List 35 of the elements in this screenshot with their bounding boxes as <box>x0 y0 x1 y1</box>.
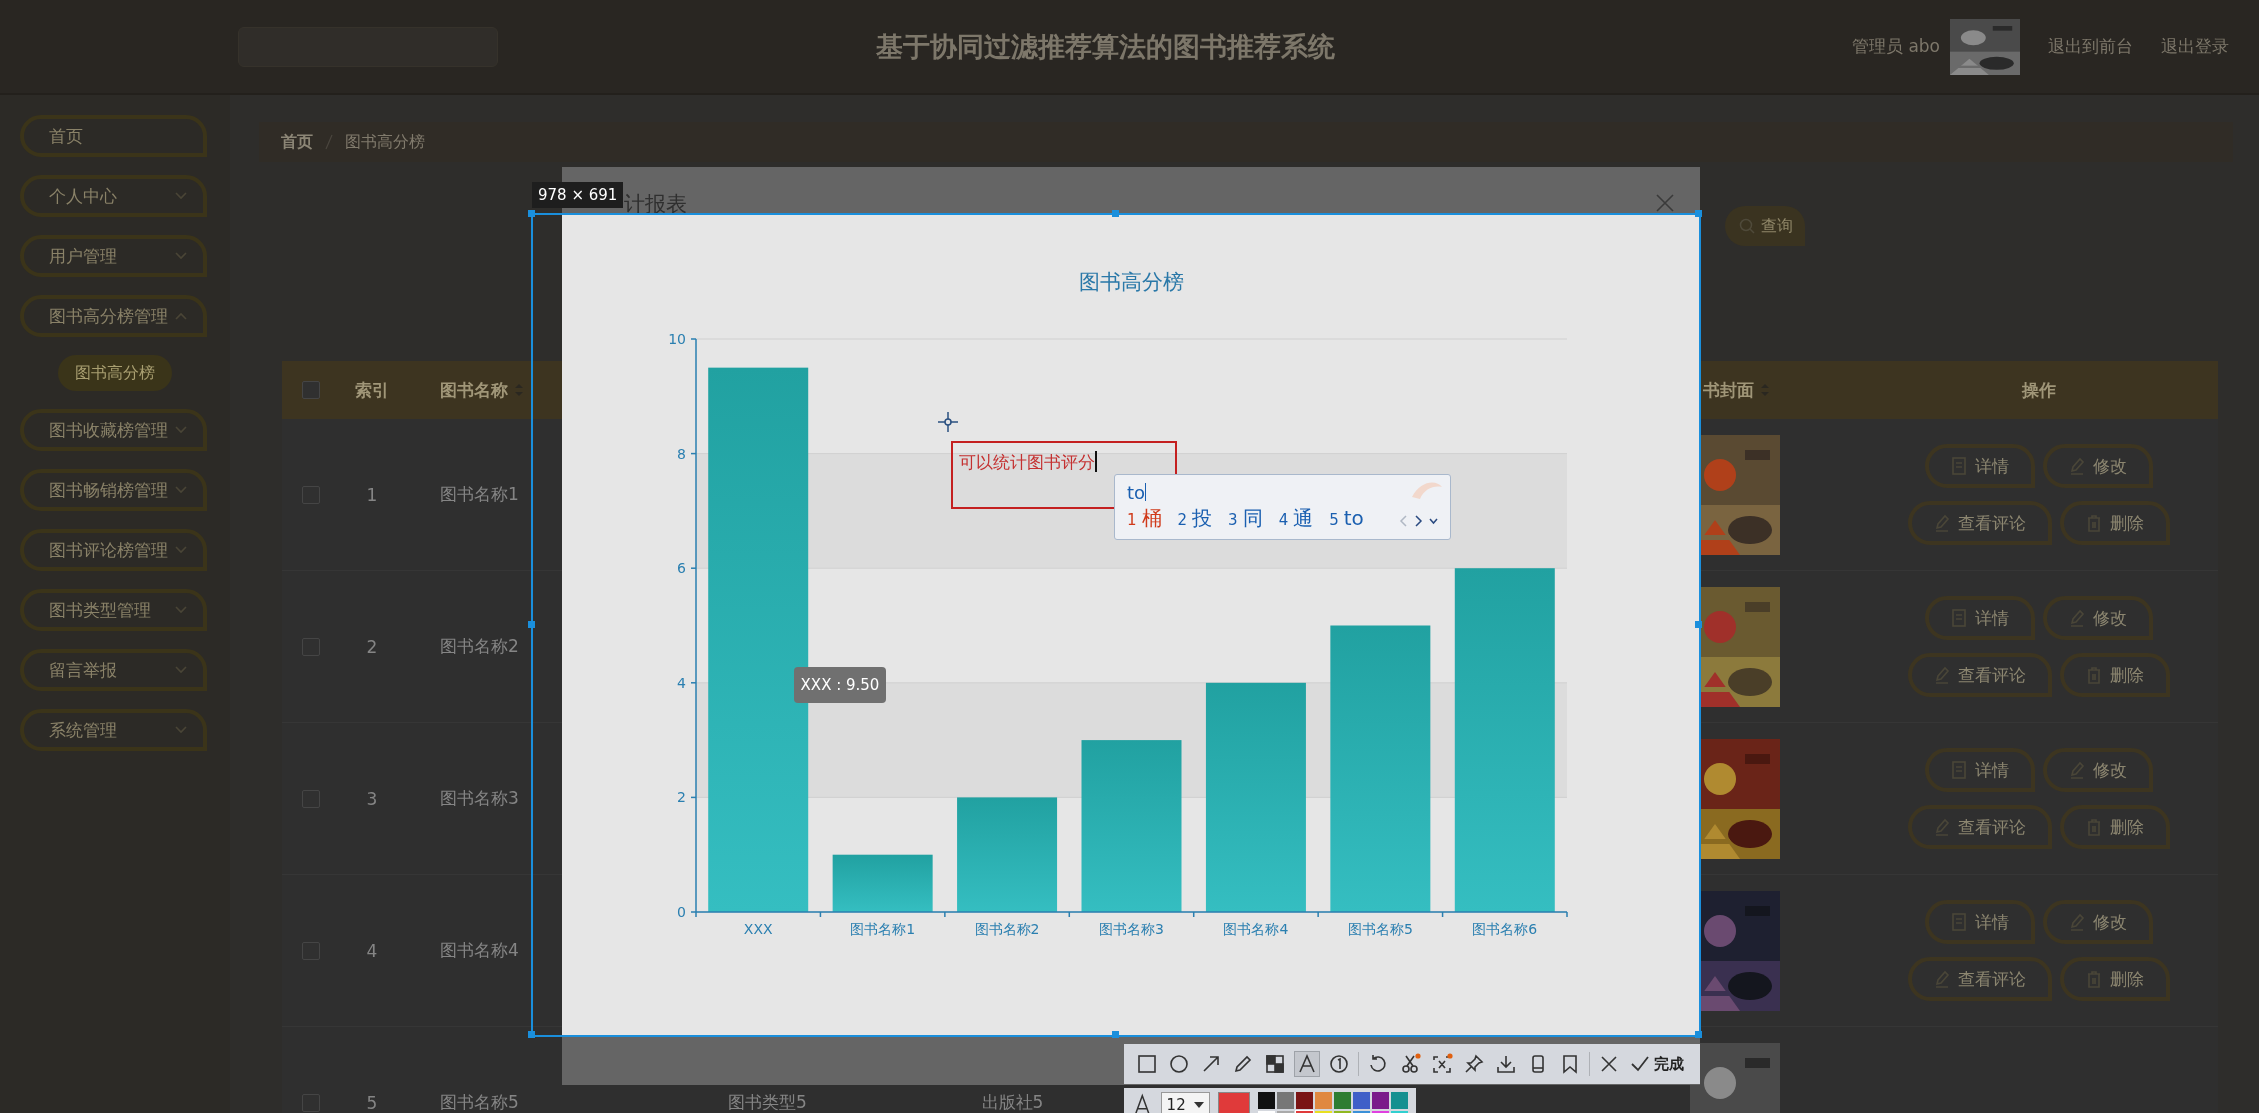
axis-label: 图书名称1 <box>850 921 916 937</box>
tooltip: XXX : 9.50 <box>794 667 886 703</box>
chart-title: 图书高分榜 <box>1078 270 1184 294</box>
axis-label: 图书名称3 <box>1099 921 1164 937</box>
size-label: 978 × 691 <box>532 182 624 208</box>
axis-label: 8 <box>677 445 686 462</box>
axis-label: 0 <box>677 904 686 920</box>
table-cell: 图书名称4 <box>440 939 519 962</box>
axis-label: 6 <box>677 560 686 577</box>
axis-label: 图书名称2 <box>974 921 1040 937</box>
table-cell: 图书名称5 <box>440 1091 519 1113</box>
axis-label: 图书名称4 <box>1223 921 1289 937</box>
axis-label: 图书名称5 <box>1347 921 1413 937</box>
table-cell: 图书名称1 <box>440 483 519 506</box>
table-cell: 2 <box>366 636 378 657</box>
table-cell: 图书类型5 <box>728 1091 807 1113</box>
column-header: 操作 <box>2022 378 2056 402</box>
table-cell: 图书名称3 <box>440 787 519 810</box>
ime-input-text: to <box>1127 481 1146 503</box>
axis-label: 10 <box>668 331 686 347</box>
axis-label: 2 <box>677 789 686 806</box>
table-cell: 出版社5 <box>981 1091 1044 1113</box>
app-title: 基于协同过滤推荐算法的图书推荐系统 <box>875 29 1337 64</box>
table-cell: 图书名称2 <box>440 635 519 658</box>
column-header: 图书名称 <box>440 378 508 402</box>
axis-label: XXX <box>743 921 773 937</box>
table-cell: 5 <box>366 1092 378 1113</box>
table-cell: 1 <box>366 484 378 505</box>
axis-label: 4 <box>677 674 686 691</box>
column-header: 书封面 <box>1703 378 1754 402</box>
axis-label: 图书名称6 <box>1472 921 1538 937</box>
column-header: 索引 <box>355 378 389 402</box>
user-name: 管理员 abo <box>1852 35 1940 58</box>
table-cell: 4 <box>366 940 378 961</box>
table-cell: 3 <box>366 788 378 809</box>
